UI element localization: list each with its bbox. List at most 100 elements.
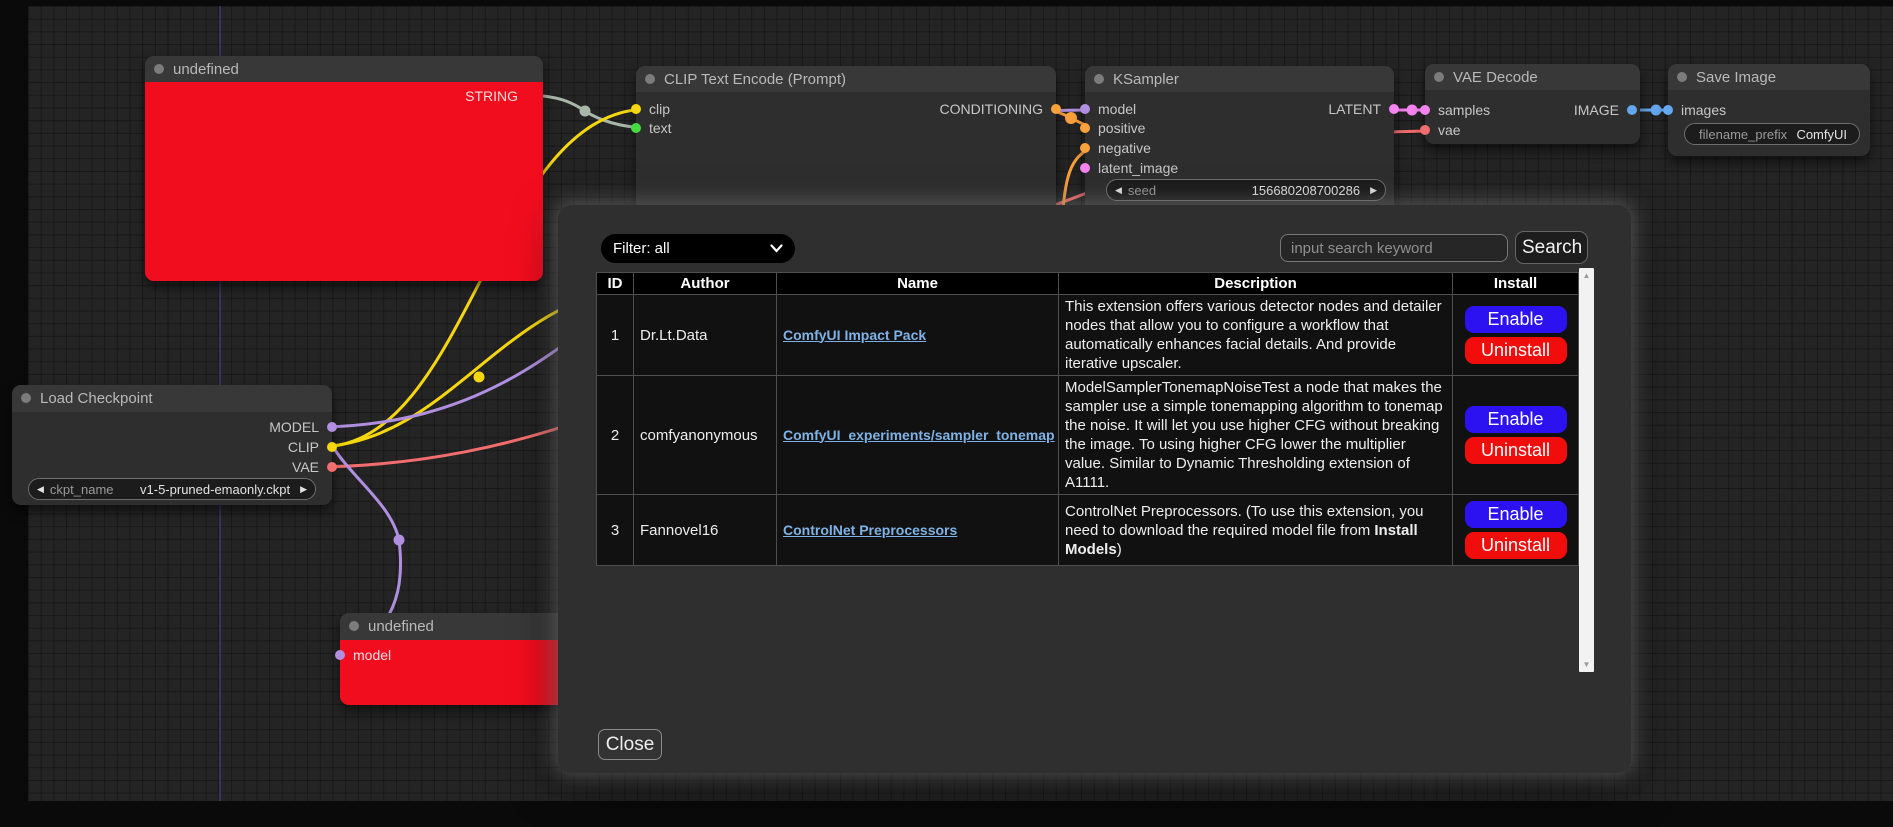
input-slot-model[interactable] (1080, 104, 1090, 114)
filter-select-value: Filter: all (613, 240, 670, 257)
comfyui-canvas[interactable]: undefined STRING CLIP Text Encode (Promp… (0, 0, 1893, 827)
output-slot-latent[interactable] (1389, 104, 1399, 114)
reroute-dot-latent[interactable] (1407, 105, 1418, 116)
node-undefined-bottom-header[interactable]: undefined (340, 613, 570, 640)
filename-prefix-widget[interactable]: filename_prefix ComfyUI (1684, 123, 1860, 145)
input-slot-clip[interactable] (631, 104, 641, 114)
enable-button[interactable]: Enable (1465, 306, 1567, 333)
collapse-dot-icon[interactable] (349, 621, 359, 631)
node-vae-decode[interactable]: VAE Decode samples vae IMAGE (1425, 64, 1640, 144)
stepper-right-icon[interactable]: ▶ (1370, 179, 1377, 201)
widget-label: ckpt_name (50, 482, 114, 497)
reroute-dot-image[interactable] (1651, 105, 1662, 116)
table-row: 3Fannovel16ControlNet PreprocessorsContr… (597, 495, 1579, 566)
chevron-down-icon (770, 244, 783, 253)
reroute-dot-clip[interactable] (474, 372, 485, 383)
input-label: samples (1438, 102, 1490, 118)
cell-id: 2 (597, 376, 634, 495)
uninstall-button[interactable]: Uninstall (1465, 437, 1567, 464)
table-scrollbar[interactable]: ▲ ▼ (1579, 268, 1594, 672)
table-header-row: ID Author Name Description Install (597, 273, 1579, 295)
input-label: model (1098, 101, 1136, 117)
collapse-dot-icon[interactable] (1094, 74, 1104, 84)
collapse-dot-icon[interactable] (1677, 72, 1687, 82)
output-slot-conditioning[interactable] (1051, 104, 1061, 114)
cell-name: ComfyUI Impact Pack (777, 295, 1059, 376)
reroute-dot-conditioning[interactable] (1065, 112, 1077, 124)
input-label: clip (649, 101, 670, 117)
node-save-header[interactable]: Save Image (1668, 64, 1870, 90)
input-slot-samples[interactable] (1420, 105, 1430, 115)
stepper-left-icon[interactable]: ◀ (1115, 179, 1122, 201)
table-row: 1Dr.Lt.DataComfyUI Impact PackThis exten… (597, 295, 1579, 376)
output-label: LATENT (1328, 101, 1381, 117)
input-slot-vae[interactable] (1420, 125, 1430, 135)
output-label: CONDITIONING (940, 101, 1043, 117)
output-label: VAE (292, 459, 319, 475)
node-clip-header[interactable]: CLIP Text Encode (Prompt) (636, 66, 1056, 92)
cell-install: Enable Uninstall (1453, 376, 1579, 495)
uninstall-button[interactable]: Uninstall (1465, 337, 1567, 364)
reroute-dot-string[interactable] (580, 106, 591, 117)
output-slot-vae[interactable] (327, 462, 337, 472)
input-slot-images[interactable] (1663, 105, 1673, 115)
scroll-down-icon[interactable]: ▼ (1583, 657, 1591, 672)
input-slot-negative[interactable] (1080, 143, 1090, 153)
widget-label: filename_prefix (1699, 127, 1787, 142)
extension-link[interactable]: ComfyUI_experiments/sampler_tonemap (783, 427, 1055, 443)
stepper-left-icon[interactable]: ◀ (37, 478, 44, 500)
header-author: Author (634, 273, 777, 295)
collapse-dot-icon[interactable] (154, 64, 164, 74)
scroll-up-icon[interactable]: ▲ (1583, 268, 1591, 283)
table-body: 1Dr.Lt.DataComfyUI Impact PackThis exten… (597, 295, 1579, 566)
input-label: positive (1098, 120, 1145, 136)
node-undefined-bottom[interactable]: undefined model (340, 613, 570, 705)
header-id: ID (597, 273, 634, 295)
search-input[interactable] (1280, 234, 1508, 262)
node-vae-header[interactable]: VAE Decode (1425, 64, 1640, 90)
collapse-dot-icon[interactable] (1434, 72, 1444, 82)
node-undefined-top-header[interactable]: undefined (145, 56, 543, 82)
node-save-image[interactable]: Save Image images filename_prefix ComfyU… (1668, 64, 1870, 156)
output-label: CLIP (288, 439, 319, 455)
uninstall-button[interactable]: Uninstall (1465, 532, 1567, 559)
header-description: Description (1059, 273, 1453, 295)
input-slot-positive[interactable] (1080, 123, 1090, 133)
extension-link[interactable]: ComfyUI Impact Pack (783, 327, 926, 343)
seed-widget[interactable]: ◀ seed 156680208700286 ▶ (1106, 179, 1386, 201)
output-label: STRING (465, 88, 518, 104)
node-clip-text-encode[interactable]: CLIP Text Encode (Prompt) clip text COND… (636, 66, 1056, 226)
output-slot-model[interactable] (327, 422, 337, 432)
search-button[interactable]: Search (1515, 231, 1588, 264)
cell-name: ComfyUI_experiments/sampler_tonemap (777, 376, 1059, 495)
ckpt-name-widget[interactable]: ◀ ckpt_name v1-5-pruned-emaonly.ckpt ▶ (28, 478, 316, 500)
enable-button[interactable]: Enable (1465, 501, 1567, 528)
node-undefined-top[interactable]: undefined STRING (145, 56, 543, 281)
output-slot-clip[interactable] (327, 442, 337, 452)
node-ksampler-header[interactable]: KSampler (1085, 66, 1394, 92)
output-label: MODEL (269, 419, 319, 435)
enable-button[interactable]: Enable (1465, 406, 1567, 433)
cell-id: 3 (597, 495, 634, 566)
stepper-right-icon[interactable]: ▶ (300, 478, 307, 500)
output-slot-image[interactable] (1627, 105, 1637, 115)
close-button[interactable]: Close (598, 729, 662, 760)
filter-select[interactable]: Filter: all (601, 234, 795, 263)
input-slot-model[interactable] (335, 650, 345, 660)
collapse-dot-icon[interactable] (21, 393, 31, 403)
header-name: Name (777, 273, 1059, 295)
reroute-dot-model[interactable] (394, 535, 405, 546)
extension-table-container: ID Author Name Description Install 1Dr.L… (596, 272, 1594, 672)
input-slot-text[interactable] (631, 123, 641, 133)
extension-link[interactable]: ControlNet Preprocessors (783, 522, 957, 538)
header-install: Install (1453, 273, 1579, 295)
collapse-dot-icon[interactable] (645, 74, 655, 84)
node-checkpoint-header[interactable]: Load Checkpoint (12, 385, 332, 412)
input-slot-latent-image[interactable] (1080, 163, 1090, 173)
node-ksampler[interactable]: KSampler model positive negative latent_… (1085, 66, 1394, 224)
cell-author: Dr.Lt.Data (634, 295, 777, 376)
input-label: text (649, 120, 672, 136)
cell-description: ModelSamplerTonemapNoiseTest a node that… (1059, 376, 1453, 495)
cell-description: This extension offers various detector n… (1059, 295, 1453, 376)
node-load-checkpoint[interactable]: Load Checkpoint MODEL CLIP VAE ◀ ckpt_na… (12, 385, 332, 505)
